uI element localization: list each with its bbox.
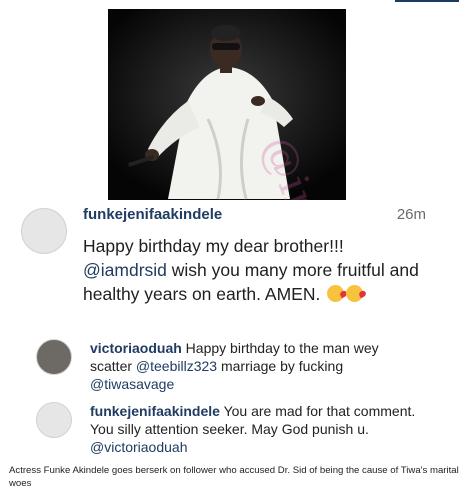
top-accent-bar [395, 0, 459, 2]
kiss-emoji-icon [346, 285, 364, 302]
comment-username[interactable]: victoriaoduah [90, 340, 182, 356]
avatar-placeholder[interactable] [36, 402, 72, 438]
mention-link[interactable]: @victoriaoduah [90, 439, 188, 455]
performer-illustration [108, 9, 346, 200]
comment-body: Happy birthday my dear brother!!! @iamdr… [83, 236, 419, 304]
image-caption: Actress Funke Akindele goes berserk on f… [9, 465, 459, 489]
comment-username[interactable]: funkejenifaakindele [90, 403, 220, 419]
comment-body: victoriaoduah Happy birthday to the man … [90, 340, 379, 392]
kiss-emoji-icon [327, 285, 345, 302]
mention-link[interactable]: @teebillz323 [136, 358, 217, 374]
avatar-placeholder[interactable] [21, 208, 67, 254]
avatar[interactable] [36, 339, 72, 375]
mention-link[interactable]: @iamdrsid [83, 260, 167, 280]
comment-timestamp: 26m [396, 206, 426, 223]
post-photo: @instablog9ja [108, 9, 346, 200]
comment-username[interactable]: funkejenifaakindele [83, 206, 222, 223]
comment-body: funkejenifaakindele You are mad for that… [90, 403, 416, 455]
mention-link[interactable]: @tiwasavage [90, 376, 174, 392]
